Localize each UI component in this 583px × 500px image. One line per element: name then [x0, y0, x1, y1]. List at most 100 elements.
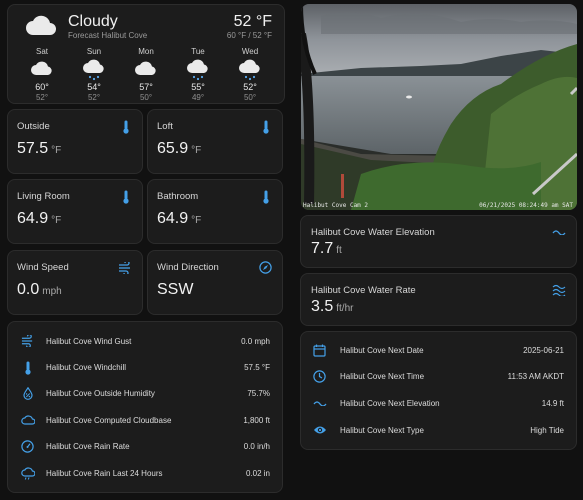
- sensor-value: 0.0 mph: [241, 337, 270, 346]
- tide-label: Halibut Cove Next Type: [340, 426, 424, 435]
- forecast-day-label: Tue: [191, 47, 205, 56]
- tile-label: Living Room: [17, 191, 70, 202]
- tile-label: Loft: [157, 121, 173, 132]
- sensor-label: Halibut Cove Windchill: [46, 363, 127, 372]
- clock-icon: [313, 370, 326, 383]
- tile-label: Wind Speed: [17, 262, 69, 273]
- forecast-high: 54°: [87, 82, 101, 92]
- sensor-label: Halibut Cove Rain Last 24 Hours: [46, 469, 163, 478]
- tile-value: 7.7: [311, 240, 334, 257]
- list-item[interactable]: Halibut Cove Windchill 57.5 °F: [8, 359, 282, 377]
- forecast-day-label: Mon: [138, 47, 154, 56]
- water-percent-icon: [23, 387, 33, 400]
- eye-icon: [313, 425, 327, 435]
- list-item[interactable]: Halibut Cove Outside Humidity 75.7%: [8, 385, 282, 403]
- tide-label: Halibut Cove Next Time: [340, 372, 425, 381]
- list-item[interactable]: Halibut Cove Computed Cloudbase 1,800 ft: [8, 412, 282, 430]
- tile-value: 64.9: [17, 210, 49, 227]
- forecast-high: 52°: [243, 82, 257, 92]
- tile-value: 3.5: [311, 298, 334, 315]
- thermometer-icon: [24, 361, 32, 375]
- tile-water-rate[interactable]: Halibut Cove Water Rate 3.5 ft/hr: [300, 273, 577, 326]
- tile-loft[interactable]: Loft 65.9 °F: [147, 109, 283, 174]
- tile-bathroom[interactable]: Bathroom 64.9 °F: [147, 179, 283, 244]
- tile-label: Halibut Cove Water Elevation: [311, 227, 435, 238]
- forecast-low: 50°: [243, 93, 257, 102]
- sensor-value: 0.02 in: [245, 469, 270, 478]
- sensor-label: Halibut Cove Outside Humidity: [46, 389, 155, 398]
- tile-value: 64.9: [157, 210, 189, 227]
- tile-unit: °F: [51, 215, 62, 226]
- tile-label: Bathroom: [157, 191, 199, 202]
- forecast-day-label: Wed: [241, 47, 259, 56]
- list-item[interactable]: Halibut Cove Next Time 11:53 AM AKDT: [301, 368, 576, 386]
- wind-icon: [21, 335, 34, 347]
- cloudy-icon: [134, 59, 158, 81]
- tile-wind-direction[interactable]: Wind Direction SSW: [147, 250, 283, 315]
- sensor-value: 0.0 in/h: [243, 442, 270, 451]
- forecast-day: Mon 57° 50°: [124, 47, 168, 102]
- tile-living-room[interactable]: Living Room 64.9 °F: [7, 179, 143, 244]
- sensor-value: 1,800 ft: [243, 416, 270, 425]
- forecast-high: 55°: [191, 82, 205, 92]
- camera-feed[interactable]: Halibut Cove Cam 2 06/21/2025 08:24:49 a…: [301, 4, 577, 210]
- tide-value: 11:53 AM AKDT: [507, 372, 564, 381]
- weather-source: Forecast Halibut Cove: [68, 31, 148, 40]
- tide-value: 2025-06-21: [523, 346, 564, 355]
- tile-wind-speed[interactable]: Wind Speed 0.0 mph: [7, 250, 143, 315]
- calendar-icon: [313, 344, 326, 357]
- wave-icon: [313, 400, 327, 406]
- camera-label: Halibut Cove Cam 2: [303, 202, 369, 209]
- forecast-high: 60°: [35, 82, 49, 92]
- forecast-day: Tue 55° 49°: [176, 47, 220, 102]
- tile-unit: °F: [51, 145, 62, 156]
- tile-unit: mph: [42, 286, 62, 297]
- list-item[interactable]: Halibut Cove Next Type High Tide: [301, 422, 576, 440]
- camera-image: [301, 4, 577, 210]
- tide-value: 14.9 ft: [541, 399, 564, 408]
- list-item[interactable]: Halibut Cove Next Elevation 14.9 ft: [301, 395, 576, 413]
- cloud-rain-icon: [21, 467, 35, 481]
- temperature-range: 60 °F / 52 °F: [226, 31, 272, 40]
- list-item[interactable]: Halibut Cove Rain Last 24 Hours 0.02 in: [8, 465, 282, 483]
- tile-outside[interactable]: Outside 57.5 °F: [7, 109, 143, 174]
- forecast-high: 57°: [139, 82, 153, 92]
- tile-value: 0.0: [17, 281, 40, 298]
- thermometer-icon: [122, 120, 130, 134]
- cloudy-icon: [30, 59, 54, 81]
- tile-unit: ft/hr: [336, 303, 354, 314]
- wind-icon: [118, 262, 132, 274]
- wave-icon: [552, 229, 566, 235]
- current-temperature: 52 °F: [233, 13, 272, 30]
- sensor-label: Halibut Cove Wind Gust: [46, 337, 132, 346]
- forecast-day: Wed 52° 50°: [228, 47, 272, 102]
- weather-forecast-card[interactable]: Cloudy Forecast Halibut Cove 52 °F 60 °F…: [7, 4, 285, 104]
- forecast-low: 50°: [139, 93, 153, 102]
- weather-condition: Cloudy: [68, 13, 118, 30]
- camera-timestamp: 06/21/2025 08:24:49 am SAT: [479, 202, 573, 209]
- tile-unit: °F: [191, 215, 202, 226]
- list-item[interactable]: Halibut Cove Next Date 2025-06-21: [301, 342, 576, 360]
- forecast-day-label: Sun: [86, 47, 102, 56]
- cloud-outline-icon: [21, 414, 35, 425]
- forecast-day: Sun 54° 52°: [72, 47, 116, 102]
- sensor-label: Halibut Cove Computed Cloudbase: [46, 416, 172, 425]
- cloudy-icon: [24, 11, 58, 37]
- tile-unit: ft: [336, 245, 342, 256]
- forecast-low: 52°: [35, 93, 49, 102]
- sensor-value: 57.5 °F: [244, 363, 270, 372]
- tile-water-elevation[interactable]: Halibut Cove Water Elevation 7.7 ft: [300, 215, 577, 268]
- sensor-list-card: Halibut Cove Wind Gust 0.0 mph Halibut C…: [7, 321, 283, 493]
- forecast-low: 49°: [191, 93, 205, 102]
- tile-value: 65.9: [157, 140, 189, 157]
- forecast-day: Sat 60° 52°: [20, 47, 64, 102]
- rainy-icon: [186, 59, 210, 81]
- tile-label: Wind Direction: [157, 262, 219, 273]
- list-item[interactable]: Halibut Cove Wind Gust 0.0 mph: [8, 333, 282, 351]
- tide-value: High Tide: [530, 426, 564, 435]
- list-item[interactable]: Halibut Cove Rain Rate 0.0 in/h: [8, 438, 282, 456]
- tile-label: Halibut Cove Water Rate: [311, 285, 416, 296]
- waves-icon: [552, 284, 566, 296]
- tile-label: Outside: [17, 121, 50, 132]
- tile-value: SSW: [157, 281, 194, 298]
